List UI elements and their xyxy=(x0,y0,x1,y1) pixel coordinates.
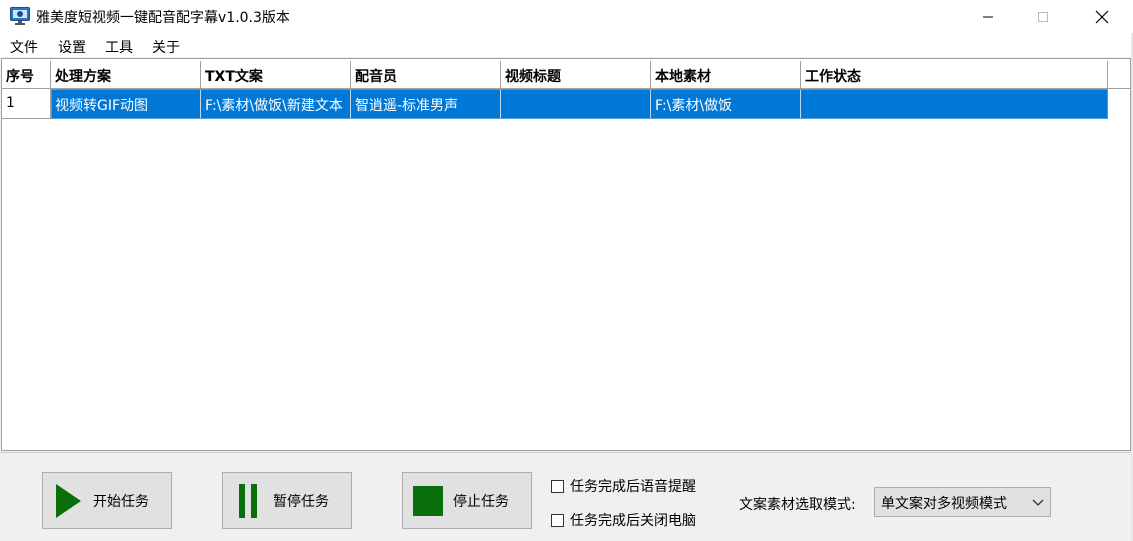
title-bar: 雅美度短视频一键配音配字幕v1.0.3版本 xyxy=(0,0,1133,33)
column-header-video-title[interactable]: 视频标题 xyxy=(501,61,651,89)
mode-label: 文案素材选取模式: xyxy=(739,497,856,513)
pause-icon xyxy=(239,483,257,518)
row-index[interactable]: 1 xyxy=(2,89,51,119)
divider xyxy=(0,452,1133,453)
menu-file[interactable]: 文件 xyxy=(10,37,38,57)
shutdown-checkbox[interactable]: 任务完成后关闭电脑 xyxy=(551,510,696,530)
close-button[interactable] xyxy=(1079,0,1125,33)
cell-scheme[interactable]: 视频转GIF动图 xyxy=(51,89,201,119)
maximize-button[interactable] xyxy=(1020,0,1066,33)
voice-reminder-label: 任务完成后语音提醒 xyxy=(570,479,696,495)
cell-txt[interactable]: F:\素材\做饭\新建文本 xyxy=(201,89,351,119)
menu-settings[interactable]: 设置 xyxy=(58,37,86,57)
start-label: 开始任务 xyxy=(93,493,149,510)
task-grid[interactable]: 序号 处理方案 TXT文案 配音员 视频标题 本地素材 工作状态 1 视频转GI… xyxy=(1,58,1131,451)
checkbox-box[interactable] xyxy=(551,479,564,493)
table-row[interactable]: 1 视频转GIF动图 F:\素材\做饭\新建文本 智逍遥-标准男声 F:\素材\… xyxy=(2,89,1108,119)
column-header-index[interactable]: 序号 xyxy=(2,61,51,89)
mode-select[interactable]: 单文案对多视频模式 xyxy=(874,487,1051,517)
app-icon xyxy=(10,7,30,25)
close-icon xyxy=(1095,10,1109,23)
minimize-button[interactable] xyxy=(965,0,1011,33)
column-header-txt[interactable]: TXT文案 xyxy=(201,61,351,89)
menu-bar: 文件 设置 工具 关于 xyxy=(0,33,1133,57)
stop-icon xyxy=(413,485,443,516)
pause-label: 暂停任务 xyxy=(273,493,329,510)
cell-video-title[interactable] xyxy=(501,89,651,119)
column-header-voice[interactable]: 配音员 xyxy=(351,61,501,89)
checkbox-box[interactable] xyxy=(551,513,564,527)
mode-selected-value: 单文案对多视频模式 xyxy=(881,496,1007,512)
minimize-icon xyxy=(983,16,993,17)
pause-button[interactable]: 暂停任务 xyxy=(222,472,352,529)
play-icon xyxy=(56,483,81,518)
shutdown-label: 任务完成后关闭电脑 xyxy=(570,513,696,529)
stop-label: 停止任务 xyxy=(453,493,509,510)
menu-tools[interactable]: 工具 xyxy=(105,37,133,57)
chevron-down-icon xyxy=(1032,499,1044,506)
cell-voice[interactable]: 智逍遥-标准男声 xyxy=(351,89,501,119)
cell-status[interactable] xyxy=(801,89,1108,119)
cell-local[interactable]: F:\素材\做饭 xyxy=(651,89,801,119)
column-header-local[interactable]: 本地素材 xyxy=(651,61,801,89)
voice-reminder-checkbox[interactable]: 任务完成后语音提醒 xyxy=(551,476,696,496)
header-filler xyxy=(1108,61,1130,89)
column-header-status[interactable]: 工作状态 xyxy=(801,61,1108,89)
start-button[interactable]: 开始任务 xyxy=(42,472,172,529)
column-header-scheme[interactable]: 处理方案 xyxy=(51,61,201,89)
window-title: 雅美度短视频一键配音配字幕v1.0.3版本 xyxy=(36,10,290,26)
menu-about[interactable]: 关于 xyxy=(152,37,180,57)
maximize-icon xyxy=(1038,11,1048,22)
stop-button[interactable]: 停止任务 xyxy=(402,472,532,529)
